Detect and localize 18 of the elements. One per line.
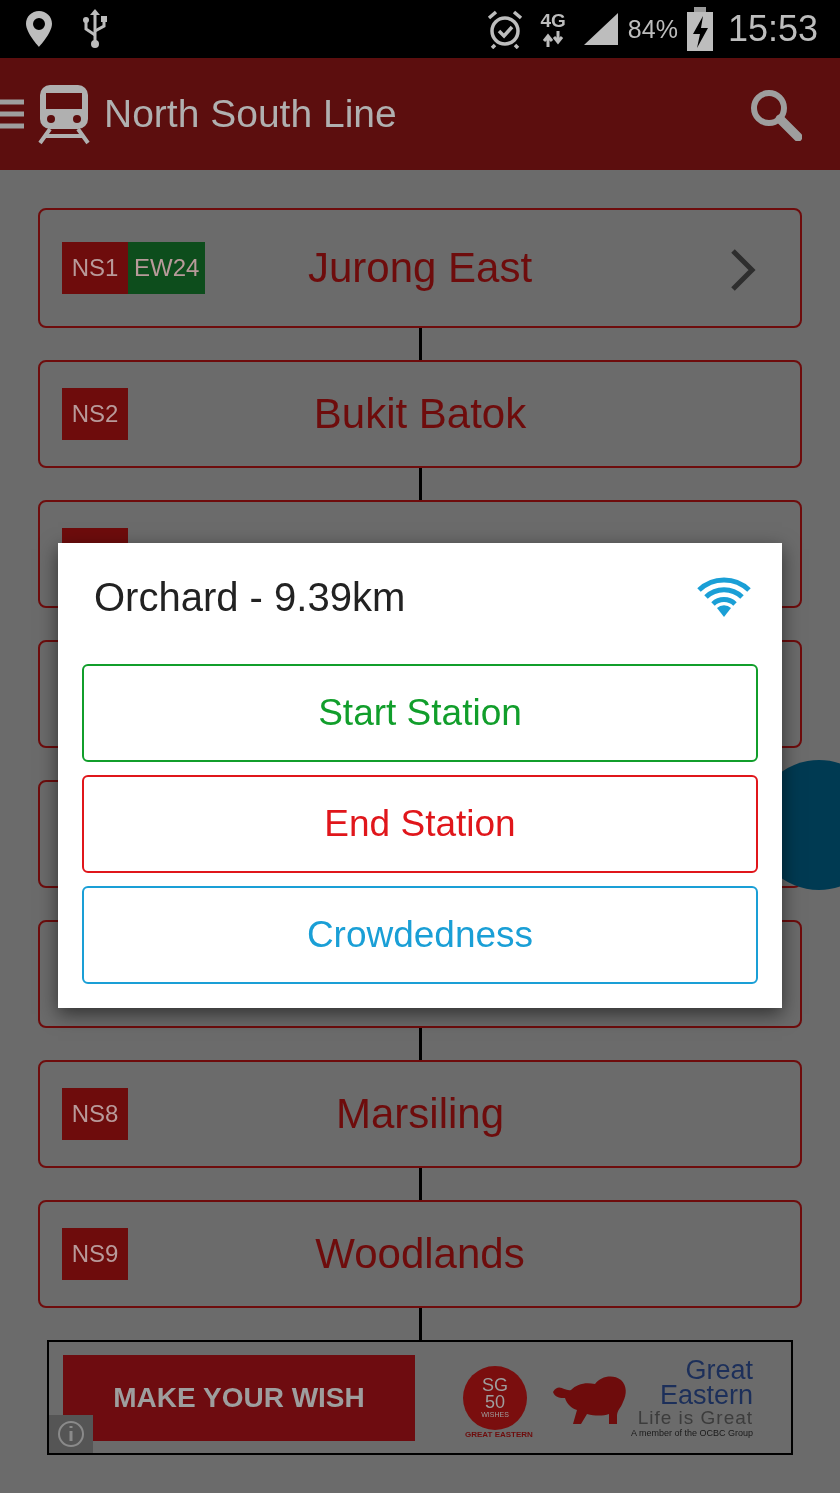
- station-name: Woodlands: [315, 1230, 525, 1278]
- line-code-badge: NS2: [62, 388, 128, 440]
- station-name: Jurong East: [307, 244, 533, 292]
- battery-percent: 84%: [627, 14, 678, 44]
- line-code-badge: EW24: [128, 242, 206, 294]
- emblem-caption: GREAT EASTERN: [465, 1430, 533, 1439]
- line-code-badge: NS8: [62, 1088, 128, 1140]
- clock: 15:53: [727, 8, 818, 50]
- brand-name: Great: [685, 1357, 754, 1383]
- network-type: 4G: [540, 11, 566, 31]
- brand-name: Eastern: [660, 1382, 754, 1408]
- dialog-title: Orchard - 9.39km: [94, 574, 406, 620]
- station-name: Bukit Batok: [313, 390, 527, 438]
- ad-note: A member of the OCBC Group: [631, 1427, 754, 1438]
- station-name: Marsiling: [335, 1090, 504, 1138]
- app-title: North South Line: [104, 92, 397, 136]
- line-code-badge: NS1: [62, 242, 128, 294]
- line-code-badge: NS9: [62, 1228, 128, 1280]
